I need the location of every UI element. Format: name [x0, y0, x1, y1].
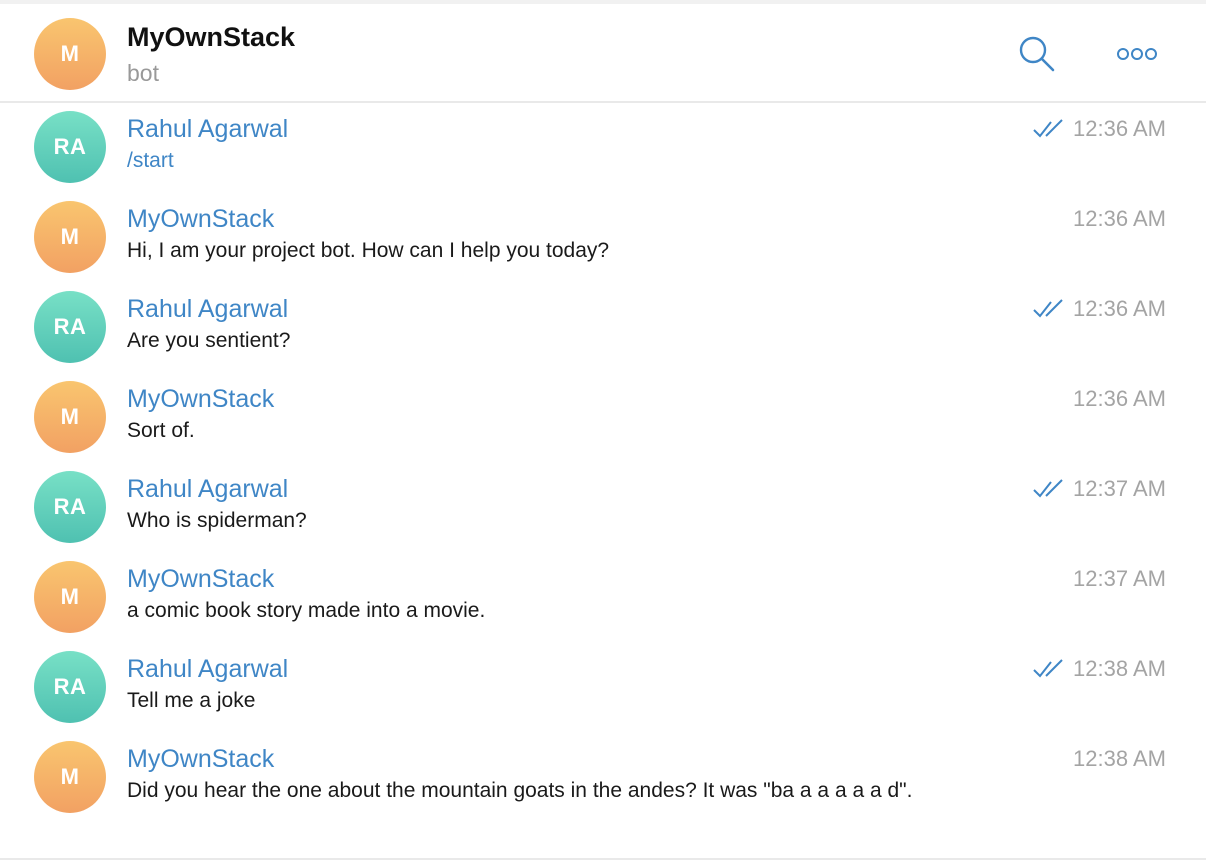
message-time: 12:36 AM	[1073, 206, 1166, 231]
sender-name[interactable]: MyOwnStack	[127, 205, 274, 234]
message-row[interactable]: RA Rahul Agarwal Tell me a joke 12:38 AM	[0, 645, 1206, 735]
message-row[interactable]: M MyOwnStack Did you hear the one about th…	[0, 735, 1206, 825]
sender-avatar[interactable]: M	[34, 201, 106, 273]
message-row[interactable]: RA Rahul Agarwal Are you sentient? 12:36 AM	[0, 285, 1206, 375]
sender-avatar[interactable]: M	[34, 561, 106, 633]
message-time: 12:38 AM	[1073, 746, 1166, 771]
message-list[interactable]: RA Rahul Agarwal/start 12:36 AM M MyOwnStack…	[0, 105, 1206, 860]
chat-header: M MyOwnStack bot	[0, 4, 1206, 103]
sender-avatar[interactable]: M	[34, 741, 106, 813]
read-checkmarks-icon	[1033, 659, 1063, 678]
sender-name[interactable]: Rahul Agarwal	[127, 655, 288, 684]
message-text: Tell me a joke	[127, 689, 256, 712]
sender-avatar[interactable]: RA	[34, 651, 106, 723]
sender-name[interactable]: Rahul Agarwal	[127, 295, 288, 324]
message-row[interactable]: RA Rahul Agarwal/start 12:36 AM	[0, 105, 1206, 195]
bot-command-link[interactable]: /start	[127, 149, 174, 173]
sender-name[interactable]: Rahul Agarwal	[127, 475, 288, 504]
sender-avatar[interactable]: M	[34, 381, 106, 453]
sender-avatar[interactable]: RA	[34, 291, 106, 363]
message-text: a comic book story made into a movie.	[127, 599, 486, 622]
read-checkmarks-icon	[1033, 299, 1063, 318]
message-text: Hi, I am your project bot. How can I hel…	[127, 239, 610, 262]
message-time: 12:37 AM	[1073, 566, 1166, 591]
message-row[interactable]: M MyOwnStack Sort of. 12:36 AM	[0, 375, 1206, 465]
sender-name[interactable]: MyOwnStack	[127, 565, 274, 594]
chat-subtitle: bot	[127, 60, 159, 86]
read-checkmarks-icon	[1033, 119, 1063, 138]
message-text: Sort of.	[127, 419, 195, 442]
message-text: Who is spiderman?	[127, 509, 307, 532]
sender-name[interactable]: Rahul Agarwal	[127, 115, 288, 144]
message-text: Did you hear the one about the mountain …	[127, 779, 913, 802]
sender-name[interactable]: MyOwnStack	[127, 745, 274, 774]
message-row[interactable]: M MyOwnStack Hi, I am your project bot. Ho…	[0, 195, 1206, 285]
chat-avatar[interactable]: M	[34, 18, 106, 90]
sender-name[interactable]: MyOwnStack	[127, 385, 274, 414]
message-time: 12:38 AM	[1073, 656, 1166, 681]
read-checkmarks-icon	[1033, 479, 1063, 498]
message-time: 12:36 AM	[1073, 386, 1166, 411]
chat-title[interactable]: MyOwnStack	[127, 22, 295, 53]
sender-avatar[interactable]: RA	[34, 111, 106, 183]
more-options-icon	[1117, 48, 1157, 60]
bottom-divider	[0, 858, 1206, 860]
sender-avatar[interactable]: RA	[34, 471, 106, 543]
message-time: 12:36 AM	[1073, 296, 1166, 321]
search-button[interactable]	[1015, 32, 1059, 76]
message-row[interactable]: RA Rahul Agarwal Who is spiderman? 12:37 AM	[0, 465, 1206, 555]
chat-window: M MyOwnStack bot RA Rahul Agarwal/start 12…	[0, 0, 1206, 866]
more-options-button[interactable]	[1115, 32, 1159, 76]
message-time: 12:37 AM	[1073, 476, 1166, 501]
message-text: Are you sentient?	[127, 329, 291, 352]
search-icon	[1019, 36, 1055, 72]
message-row[interactable]: M MyOwnStack a comic book story made into …	[0, 555, 1206, 645]
message-time: 12:36 AM	[1073, 116, 1166, 141]
